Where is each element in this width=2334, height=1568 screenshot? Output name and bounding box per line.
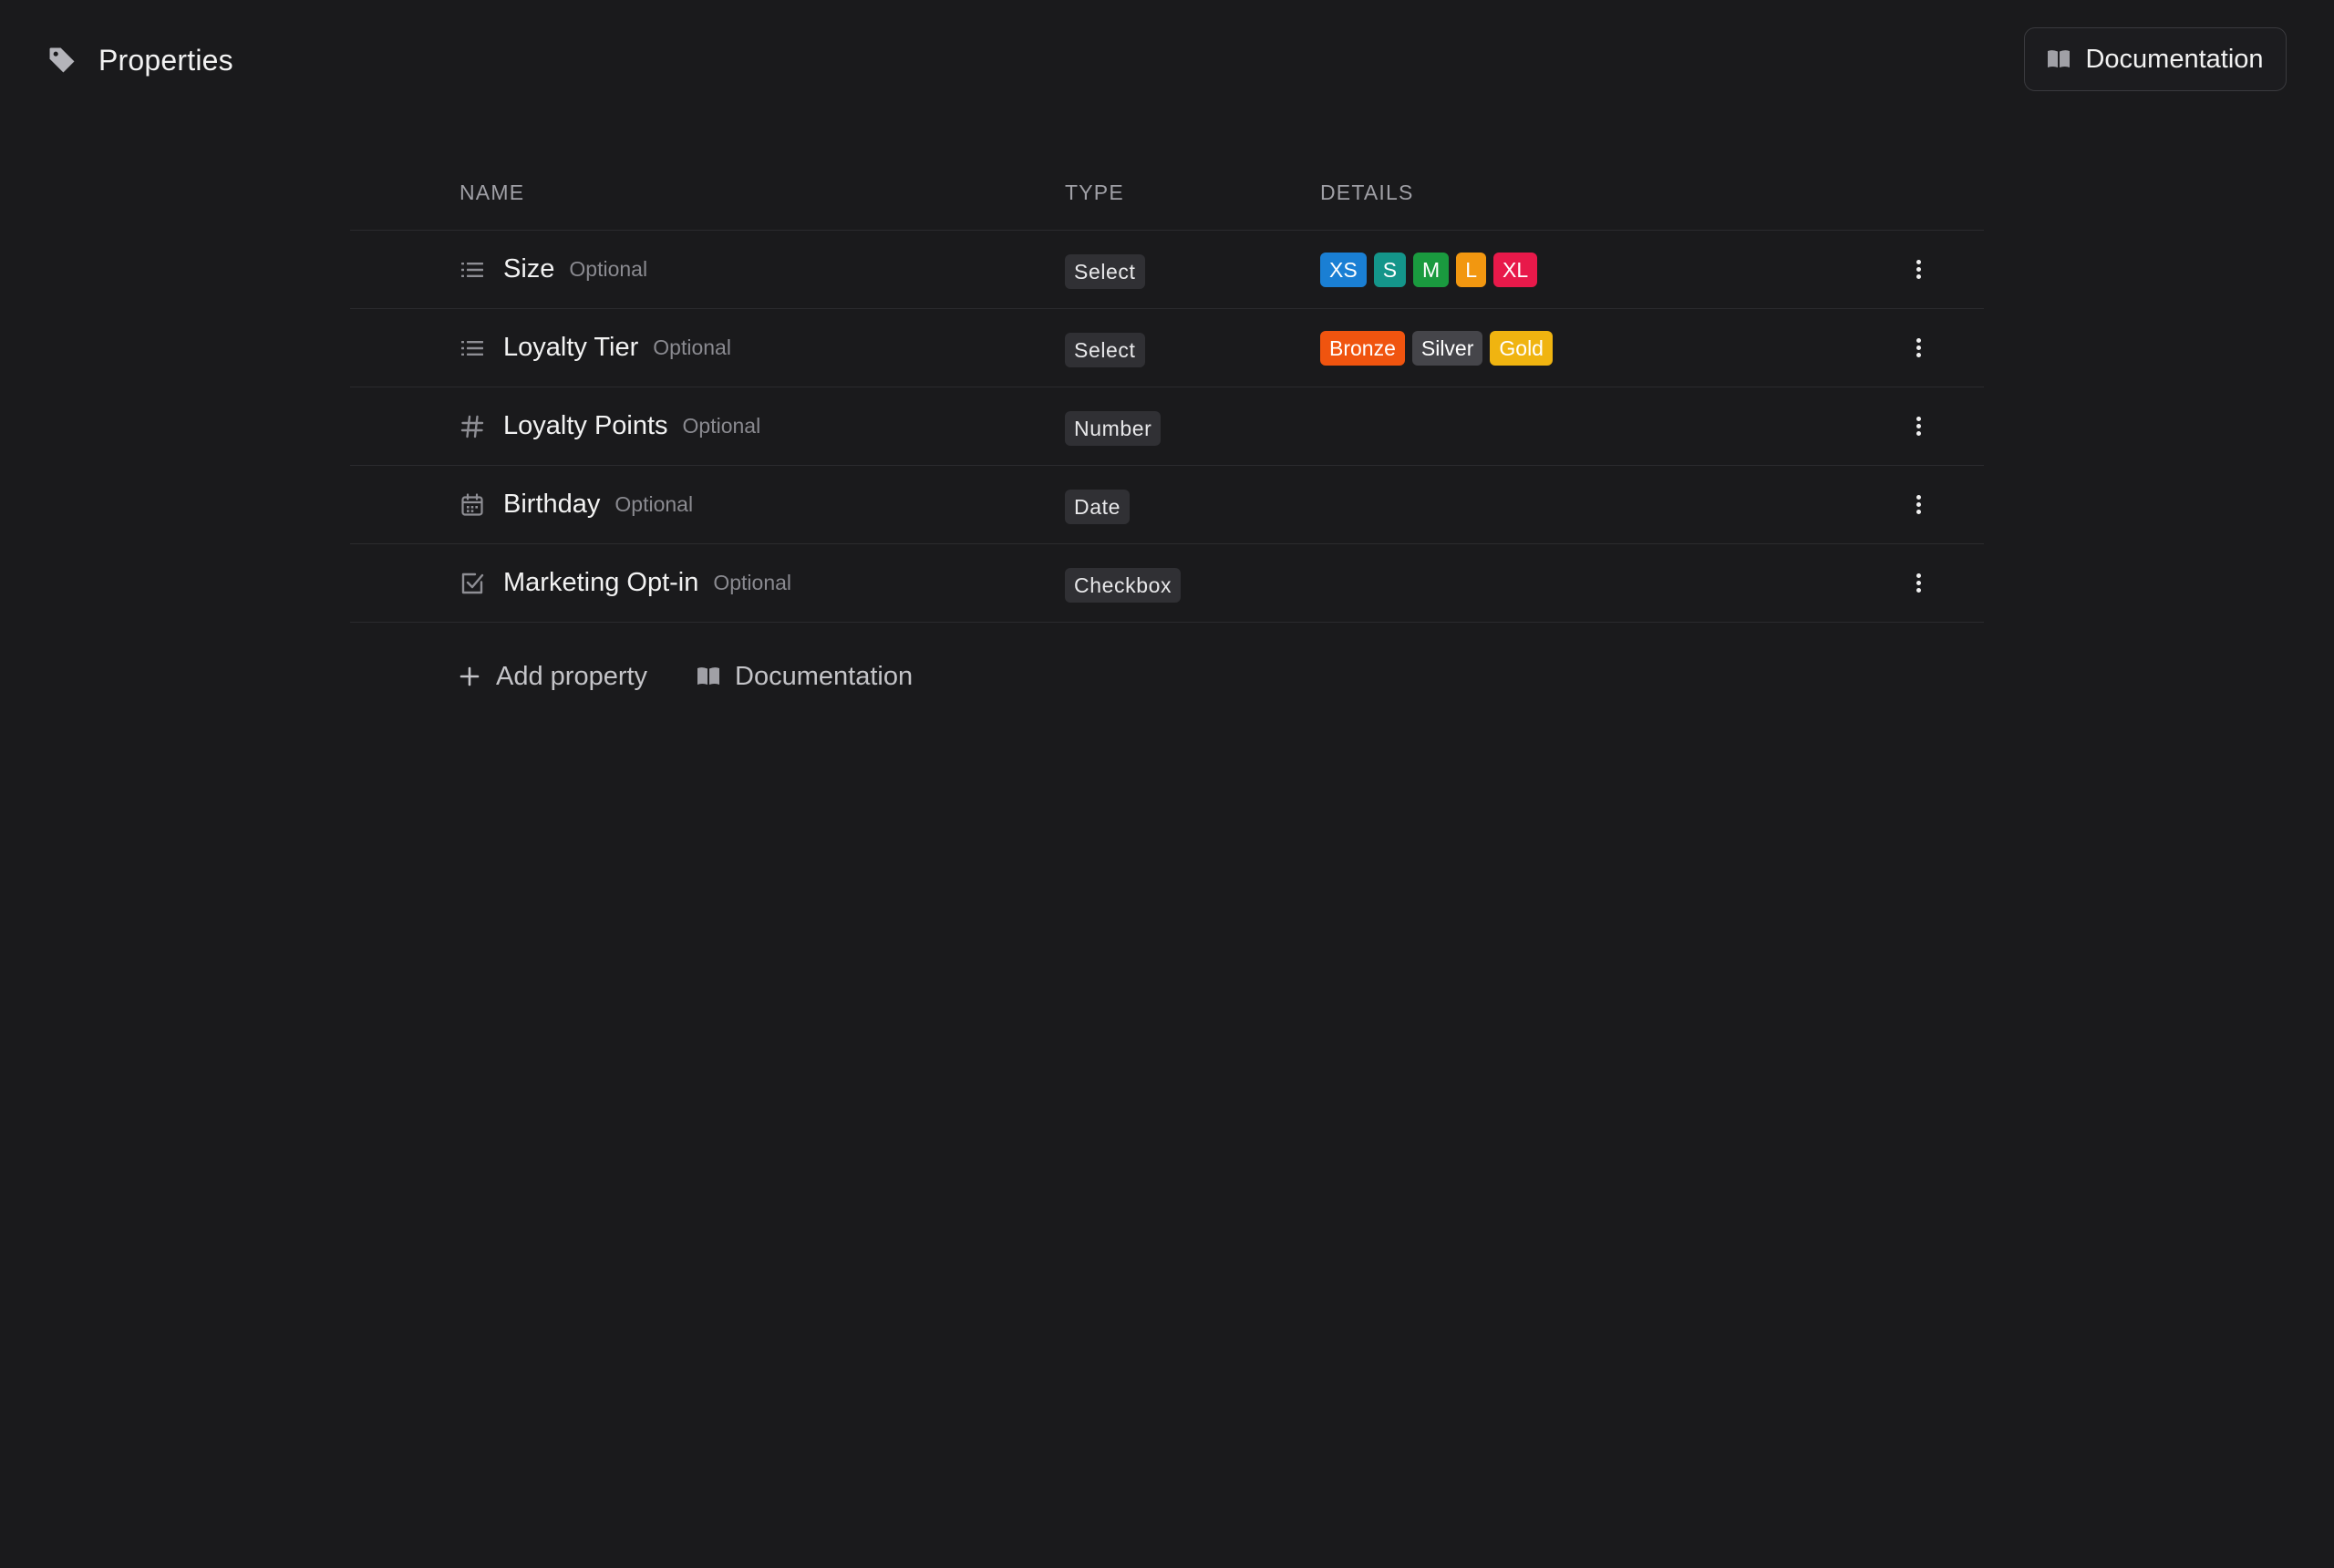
properties-page: Properties Documentation NAME TYPE DETAI… <box>0 0 2334 1568</box>
table-row[interactable]: Loyalty Points Optional Number <box>350 387 1984 466</box>
add-property-button[interactable]: Add property <box>460 662 647 692</box>
table-row[interactable]: Marketing Opt-in Optional Checkbox <box>350 544 1984 623</box>
property-details-cell: Bronze Silver Gold <box>1320 309 1560 387</box>
row-menu-button[interactable] <box>1900 231 1936 308</box>
documentation-link-label: Documentation <box>735 661 914 691</box>
optional-label: Optional <box>569 257 648 281</box>
column-header-details: DETAILS <box>1320 181 1414 204</box>
more-vertical-icon <box>1916 494 1921 516</box>
type-badge: Select <box>1065 253 1145 289</box>
type-badge: Number <box>1065 410 1162 446</box>
property-type-cell: Number <box>1065 387 1162 465</box>
type-badge: Checkbox <box>1065 567 1182 603</box>
table-row[interactable]: Size Optional Select XS S M L XL <box>350 231 1984 309</box>
property-name-cell: Loyalty Tier Optional <box>460 309 731 387</box>
option-chip: Silver <box>1411 330 1483 366</box>
optional-label: Optional <box>614 492 694 516</box>
properties-table: NAME TYPE DETAILS Size Optional Select X… <box>350 170 1984 623</box>
tag-icon <box>46 44 78 77</box>
property-name: Size <box>503 254 555 284</box>
property-name-cell: Birthday Optional <box>460 466 693 543</box>
checkbox-icon <box>460 571 485 596</box>
row-menu-button[interactable] <box>1900 466 1936 543</box>
property-details-cell: XS S M L XL <box>1320 231 1544 308</box>
property-type-cell: Checkbox <box>1065 544 1182 622</box>
type-badge: Select <box>1065 332 1145 367</box>
property-type-cell: Date <box>1065 466 1130 543</box>
property-type-cell: Select <box>1065 231 1145 308</box>
option-chip: S <box>1373 252 1407 287</box>
documentation-button-label: Documentation <box>2085 44 2264 74</box>
property-type-cell: Select <box>1065 309 1145 387</box>
page-header: Properties <box>46 38 233 82</box>
list-icon <box>460 335 485 361</box>
option-chip: XL <box>1493 252 1538 287</box>
plus-icon <box>460 666 480 686</box>
property-name-cell: Marketing Opt-in Optional <box>460 544 791 622</box>
hash-icon <box>460 414 485 439</box>
page-title: Properties <box>98 43 233 77</box>
column-header-type: TYPE <box>1065 181 1124 204</box>
column-header-name: NAME <box>460 181 525 204</box>
option-chip: Gold <box>1490 330 1553 366</box>
property-name: Loyalty Tier <box>503 333 639 362</box>
book-icon <box>2047 49 2071 69</box>
table-header: NAME TYPE DETAILS <box>350 170 1984 231</box>
option-chip: XS <box>1320 252 1367 287</box>
option-chip: Bronze <box>1320 330 1405 366</box>
row-menu-button[interactable] <box>1900 387 1936 465</box>
row-menu-button[interactable] <box>1900 309 1936 387</box>
more-vertical-icon <box>1916 259 1921 281</box>
documentation-link[interactable]: Documentation <box>697 662 913 692</box>
row-menu-button[interactable] <box>1900 544 1936 622</box>
option-chip: M <box>1413 252 1450 287</box>
more-vertical-icon <box>1916 416 1921 438</box>
option-chip: L <box>1456 252 1486 287</box>
add-property-label: Add property <box>496 661 648 691</box>
property-name-cell: Loyalty Points Optional <box>460 387 760 465</box>
type-badge: Date <box>1065 489 1130 524</box>
more-vertical-icon <box>1916 337 1921 359</box>
table-footer-actions: Add property Documentation <box>460 658 962 695</box>
optional-label: Optional <box>713 571 792 594</box>
optional-label: Optional <box>653 335 731 359</box>
more-vertical-icon <box>1916 573 1921 594</box>
property-name-cell: Size Optional <box>460 231 647 308</box>
documentation-button[interactable]: Documentation <box>2024 27 2287 91</box>
book-icon <box>697 666 720 686</box>
table-row[interactable]: Loyalty Tier Optional Select Bronze Silv… <box>350 309 1984 387</box>
optional-label: Optional <box>682 414 761 438</box>
property-name: Marketing Opt-in <box>503 568 699 597</box>
table-row[interactable]: Birthday Optional Date <box>350 466 1984 544</box>
list-icon <box>460 257 485 283</box>
calendar-icon <box>460 492 485 518</box>
property-name: Loyalty Points <box>503 411 668 440</box>
property-name: Birthday <box>503 490 601 519</box>
